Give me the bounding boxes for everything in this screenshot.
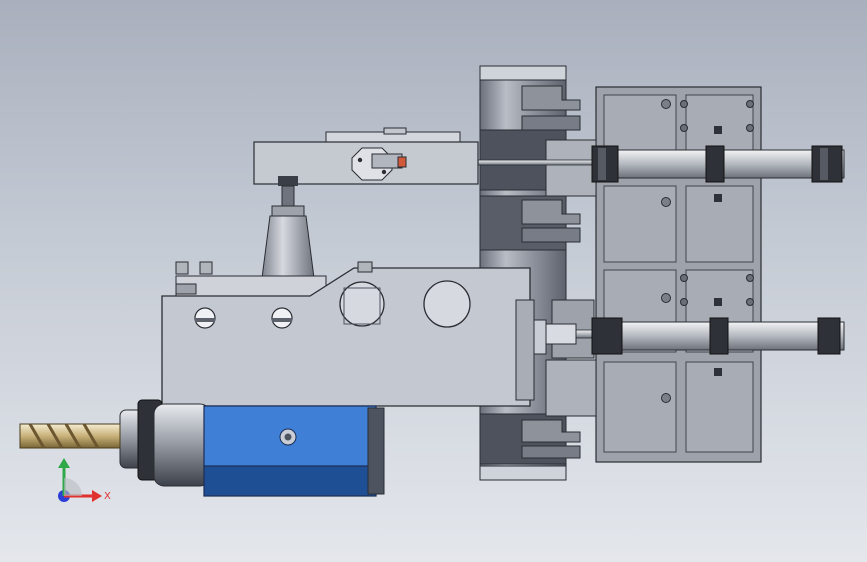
drill-bit — [19, 423, 121, 449]
head-housing — [161, 261, 535, 407]
spindle-nose — [119, 399, 211, 487]
axis-triad: X — [58, 458, 111, 502]
spindle-motor — [203, 405, 385, 497]
mounting-plate — [595, 86, 762, 463]
tool-holder-cone — [261, 176, 315, 279]
assembly-drawing: X — [19, 65, 845, 502]
cad-viewport[interactable]: X — [0, 0, 867, 562]
top-linkage-bar — [253, 127, 479, 185]
x-axis-label: X — [104, 491, 111, 502]
